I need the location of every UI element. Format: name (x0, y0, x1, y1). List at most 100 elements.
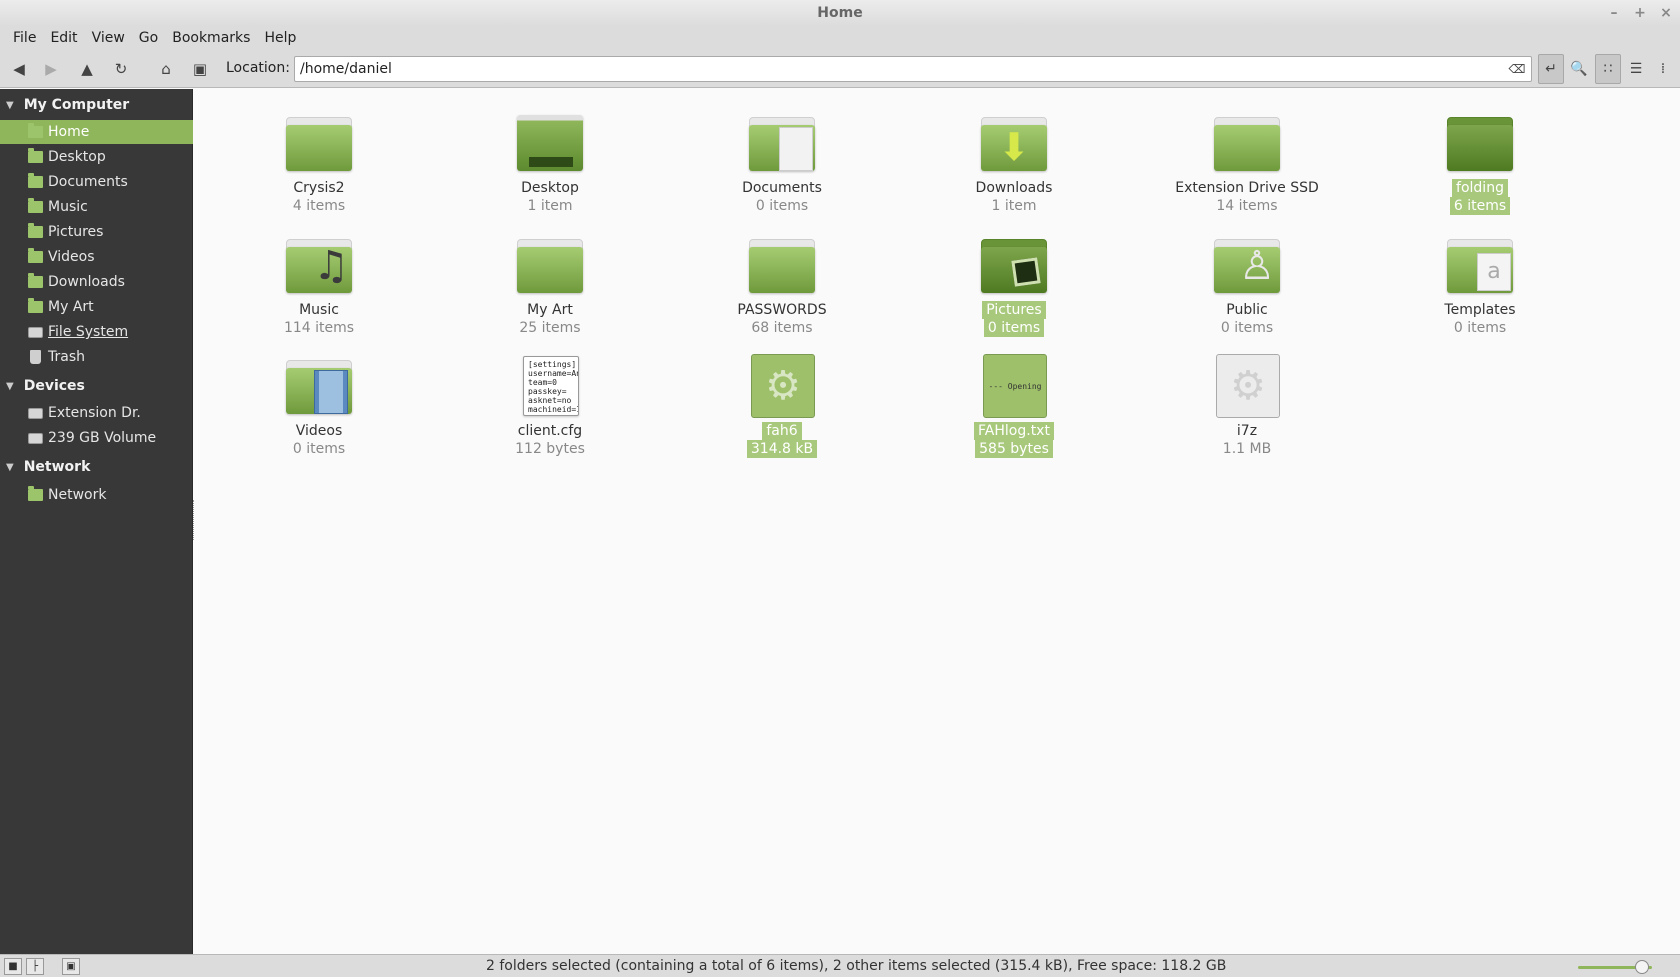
file-item-public[interactable]: ♙ Public 0 items (1167, 233, 1327, 337)
executable-gears-icon: ⚙ (747, 354, 817, 418)
up-arrow-icon[interactable]: ▲ (76, 58, 98, 80)
drive-icon (27, 406, 43, 420)
search-icon[interactable]: 🔍 (1566, 54, 1592, 84)
window-titlebar: Home – + × (0, 0, 1680, 26)
zoom-slider-handle[interactable] (1635, 960, 1649, 974)
file-item-passwords[interactable]: PASSWORDS 68 items (702, 233, 862, 337)
toggle-location-icon[interactable]: ↵ (1538, 54, 1564, 84)
folder-icon (27, 223, 43, 239)
home-folder-icon (27, 123, 43, 139)
file-item-music[interactable]: ♫ Music 114 items (239, 233, 399, 337)
file-item-client-cfg[interactable]: [settings] username=An team=0 passkey= a… (470, 354, 630, 458)
folder-icon (1212, 111, 1282, 175)
executable-gears-icon: ⚙ (1212, 354, 1282, 418)
pictures-folder-icon (979, 233, 1049, 297)
folder-icon (27, 273, 43, 289)
collapse-triangle-icon[interactable]: ▼ (6, 100, 14, 111)
menu-help[interactable]: Help (257, 30, 303, 46)
sidebar-section-network[interactable]: ▼ Network (0, 455, 193, 479)
sidebar-item-file-system[interactable]: File System (0, 320, 193, 344)
folder-icon (747, 233, 817, 297)
documents-folder-icon (747, 111, 817, 175)
file-item-desktop[interactable]: Desktop 1 item (470, 111, 630, 215)
menu-bar: File Edit View Go Bookmarks Help (0, 26, 1680, 50)
file-item-pictures[interactable]: Pictures 0 items (934, 233, 1094, 337)
menu-view[interactable]: View (85, 30, 132, 46)
sidebar-section-devices[interactable]: ▼ Devices (0, 374, 193, 398)
sidebar-section-my-computer[interactable]: ▼ My Computer (0, 93, 193, 117)
compact-view-icon[interactable]: ⁞ (1650, 54, 1676, 84)
sidebar-item-extension-drive[interactable]: Extension Dr. (0, 401, 193, 425)
collapse-triangle-icon[interactable]: ▼ (6, 462, 14, 473)
folder-icon (1445, 111, 1515, 175)
text-file-icon: --- Opening (979, 354, 1049, 418)
sidebar-item-downloads[interactable]: Downloads (0, 270, 193, 294)
menu-file[interactable]: File (6, 30, 43, 46)
file-item-folding[interactable]: folding 6 items (1400, 111, 1560, 215)
file-item-templates[interactable]: a Templates 0 items (1400, 233, 1560, 337)
file-item-crysis2[interactable]: Crysis2 4 items (239, 111, 399, 215)
file-item-my-art[interactable]: My Art 25 items (470, 233, 630, 337)
templates-folder-icon: a (1445, 233, 1515, 297)
home-icon[interactable]: ⌂ (155, 58, 177, 80)
public-folder-icon: ♙ (1212, 233, 1282, 297)
sidebar-item-desktop[interactable]: Desktop (0, 145, 193, 169)
show-tree-icon[interactable]: ├ (26, 958, 44, 975)
file-item-extension-drive-ssd[interactable]: Extension Drive SSD 14 items (1167, 111, 1327, 215)
file-item-videos[interactable]: Videos 0 items (239, 354, 399, 458)
minimize-button[interactable]: – (1606, 0, 1622, 26)
collapse-triangle-icon[interactable]: ▼ (6, 381, 14, 392)
reload-icon[interactable]: ↻ (110, 58, 132, 80)
close-button[interactable]: × (1658, 0, 1674, 26)
file-item-downloads[interactable]: ⬇ Downloads 1 item (934, 111, 1094, 215)
sidebar-item-home[interactable]: Home (0, 120, 193, 144)
location-label: Location: (226, 60, 290, 76)
sidebar-item-pictures[interactable]: Pictures (0, 220, 193, 244)
file-item-i7z[interactable]: ⚙ i7z 1.1 MB (1167, 354, 1327, 458)
status-text: 2 folders selected (containing a total o… (486, 958, 1227, 974)
file-item-documents[interactable]: Documents 0 items (702, 111, 862, 215)
sidebar: ▼ My Computer Home Desktop Documents Mus… (0, 89, 193, 954)
clear-icon[interactable]: ⌫ (1508, 61, 1526, 77)
network-icon (27, 486, 43, 502)
sidebar-item-network[interactable]: Network (0, 483, 193, 507)
drive-icon (27, 431, 43, 445)
window-controls: – + × (1606, 0, 1674, 26)
list-view-icon[interactable]: ☰ (1623, 54, 1649, 84)
music-folder-icon: ♫ (284, 233, 354, 297)
file-item-fahlog-txt[interactable]: --- Opening FAHlog.txt 585 bytes (934, 354, 1094, 458)
forward-arrow-icon[interactable]: ▶ (40, 58, 62, 80)
text-file-icon: [settings] username=An team=0 passkey= a… (515, 354, 585, 418)
file-icon-view: Crysis2 4 items Desktop 1 item Documents… (194, 89, 1680, 954)
folder-icon (27, 198, 43, 214)
folder-icon (27, 173, 43, 189)
file-item-fah6[interactable]: ⚙ fah6 314.8 kB (702, 354, 862, 458)
sidebar-item-trash[interactable]: Trash (0, 345, 193, 369)
desktop-folder-icon (515, 111, 585, 175)
sidebar-item-music[interactable]: Music (0, 195, 193, 219)
menu-edit[interactable]: Edit (43, 30, 84, 46)
sidebar-item-documents[interactable]: Documents (0, 170, 193, 194)
menu-bookmarks[interactable]: Bookmarks (165, 30, 257, 46)
desktop-icon (27, 148, 43, 164)
folder-icon (515, 233, 585, 297)
window-title: Home (817, 5, 863, 21)
drive-icon (27, 325, 43, 339)
maximize-button[interactable]: + (1632, 0, 1648, 26)
sidebar-item-videos[interactable]: Videos (0, 245, 193, 269)
trash-icon (27, 350, 43, 364)
folder-icon (284, 111, 354, 175)
sidebar-item-my-art[interactable]: My Art (0, 295, 193, 319)
location-input[interactable] (294, 56, 1532, 82)
back-arrow-icon[interactable]: ◀ (8, 58, 30, 80)
menu-go[interactable]: Go (132, 30, 165, 46)
show-places-icon[interactable]: ■ (4, 958, 22, 975)
icon-view-icon[interactable]: ∷ (1595, 54, 1621, 84)
computer-icon[interactable]: ▣ (189, 58, 211, 80)
downloads-folder-icon: ⬇ (979, 111, 1049, 175)
status-bar: ■ ├ ▣ 2 folders selected (containing a t… (0, 954, 1680, 977)
hide-sidebar-icon[interactable]: ▣ (62, 958, 80, 975)
folder-icon (27, 298, 43, 314)
sidebar-item-239gb-volume[interactable]: 239 GB Volume (0, 426, 193, 450)
folder-icon (27, 248, 43, 264)
